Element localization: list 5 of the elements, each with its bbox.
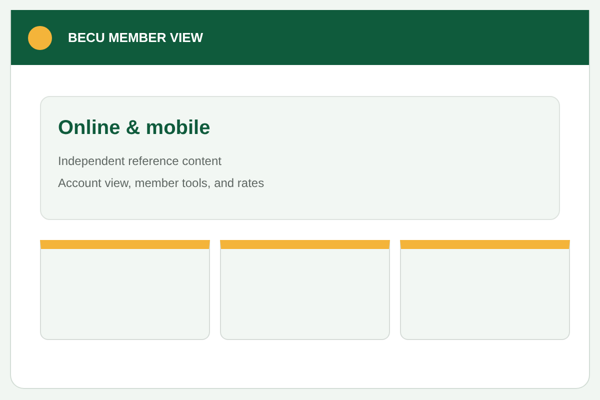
header-title: BECU MEMBER VIEW <box>68 30 204 45</box>
circle-logo-icon <box>28 26 52 50</box>
intro-heading: Online & mobile <box>58 117 212 140</box>
intro-text: Account view, member tools, and rates <box>58 176 266 190</box>
intro-text: Independent reference content <box>58 154 222 168</box>
